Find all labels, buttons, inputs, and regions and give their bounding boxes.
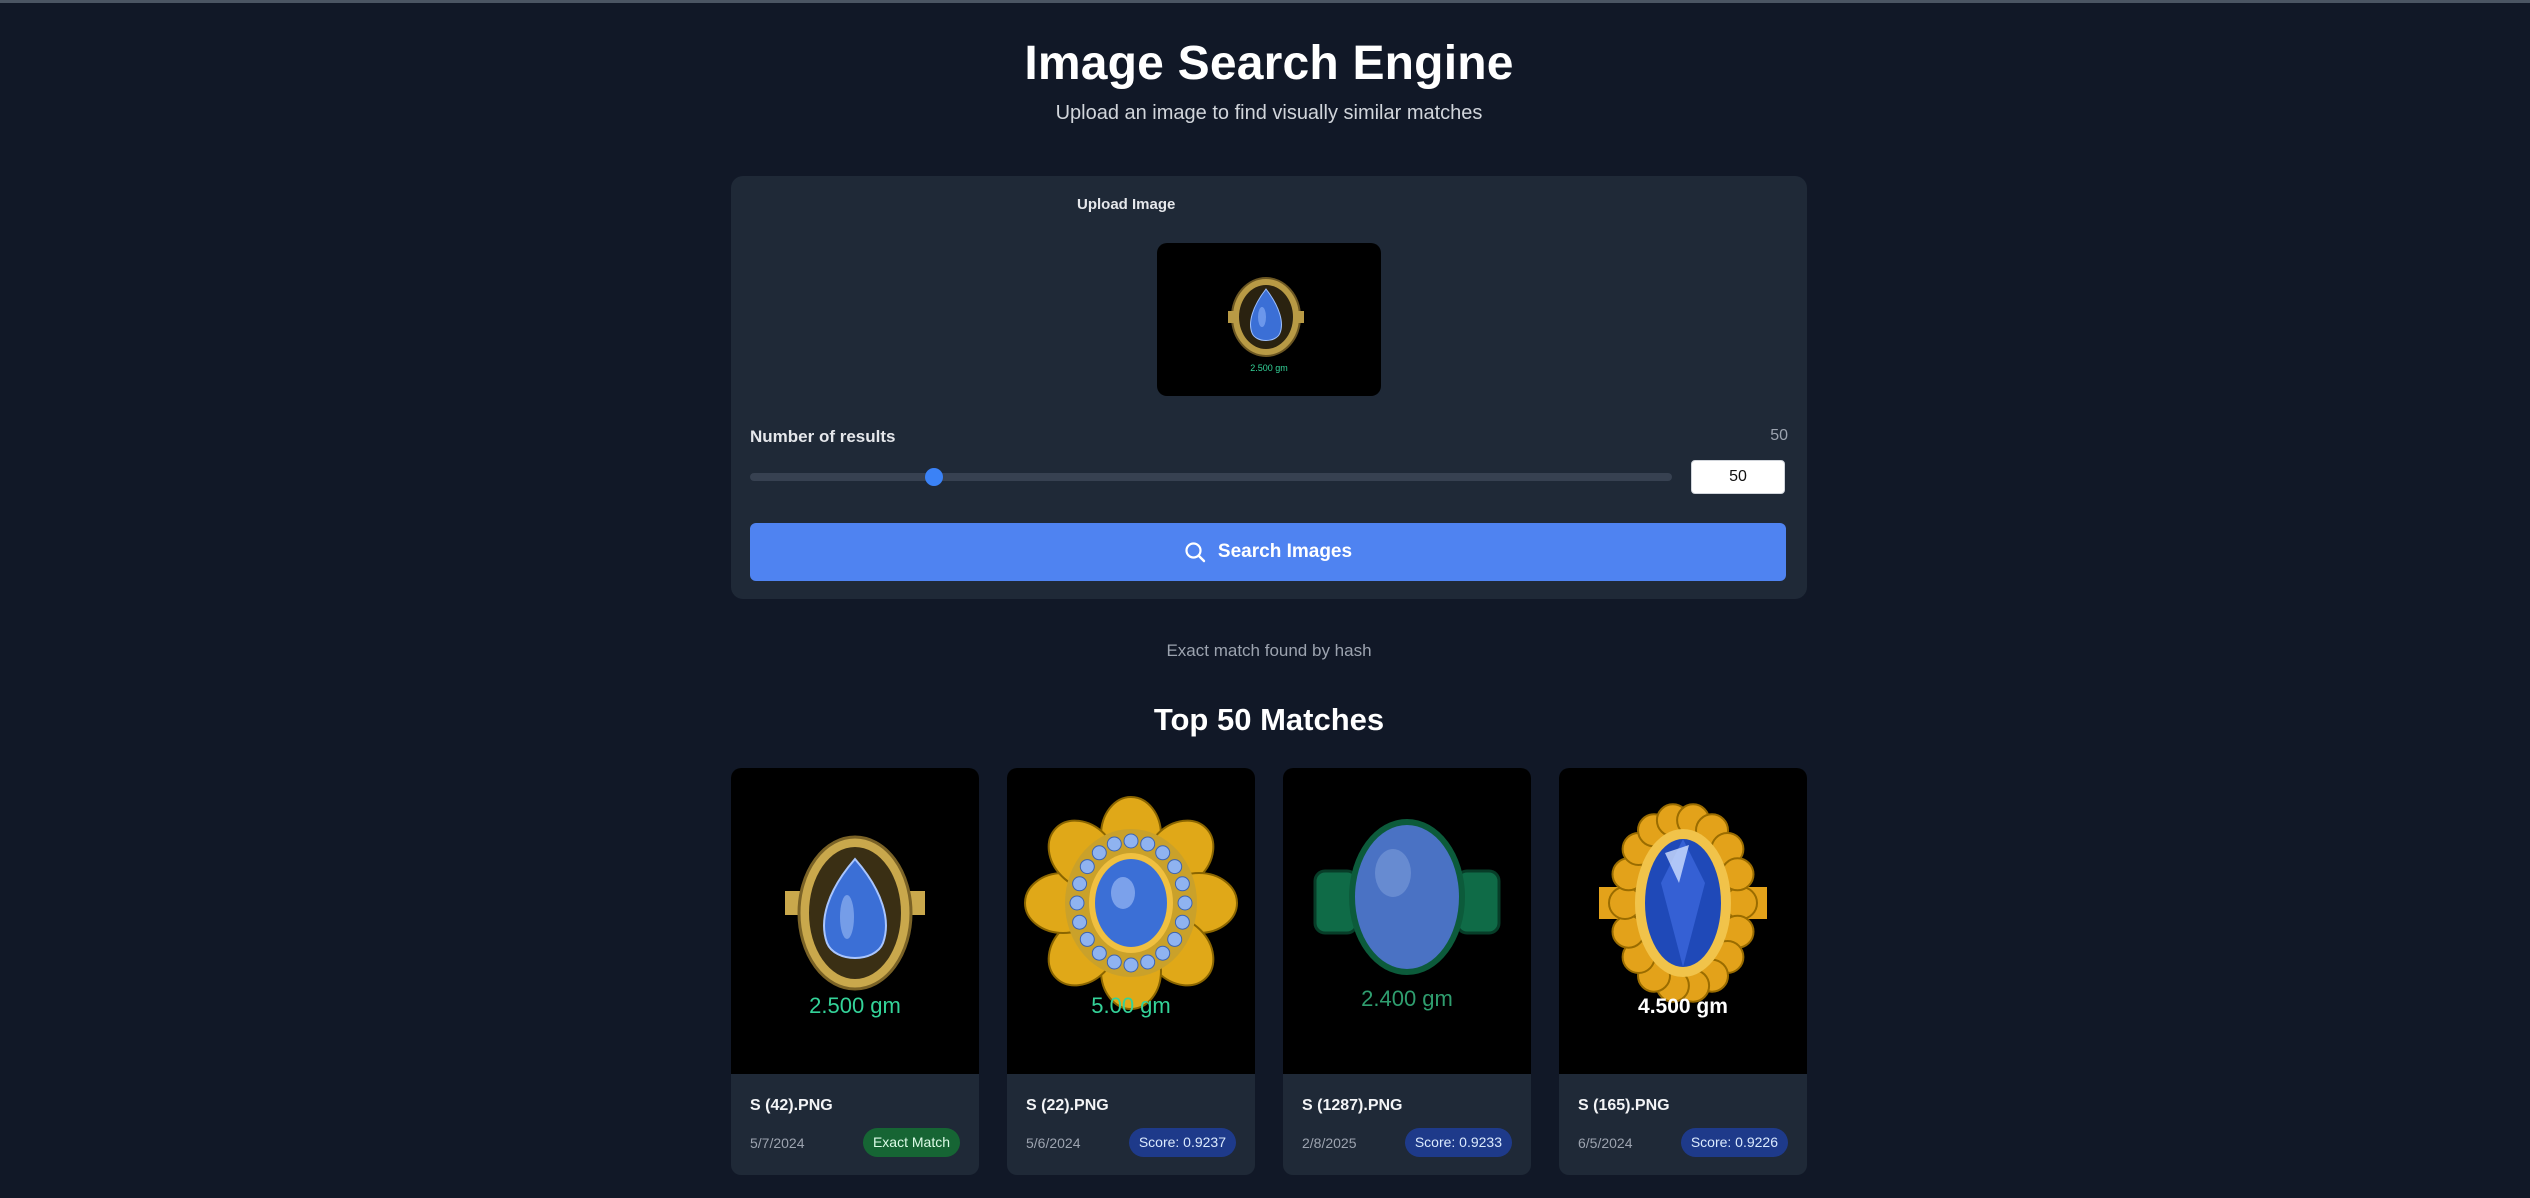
ring-weight-caption: 4.500 gm <box>1638 995 1728 1018</box>
status-message: Exact match found by hash <box>1166 641 1372 660</box>
result-filename: S (165).PNG <box>1578 1097 1670 1114</box>
exact-match-badge: Exact Match <box>862 1128 960 1157</box>
ring-image: 4.500 gm <box>1599 803 1767 1018</box>
ring-preview-image: 2.500 gm <box>1228 277 1304 373</box>
result-card[interactable]: 2.500 gm S (42).PNG 5/7/2024 Exact Match <box>731 768 979 1175</box>
result-filename: S (1287).PNG <box>1302 1097 1403 1114</box>
ring-image: 2.400 gm <box>1313 819 1501 1011</box>
upload-preview[interactable]: 2.500 gm <box>1157 243 1381 396</box>
result-filename: S (22).PNG <box>1026 1097 1109 1114</box>
score-badge: Score: 0.9237 <box>1128 1128 1236 1157</box>
result-card[interactable]: 4.500 gm S (165).PNG 6/5/2024 Score: 0.9226 <box>1559 768 1807 1175</box>
result-thumbnail[interactable]: 2.400 gm <box>1283 768 1531 1074</box>
results-count-value: 50 <box>1770 427 1788 444</box>
window-top-border <box>0 0 2530 3</box>
ring-weight-caption: 5.00 gm <box>1091 993 1171 1018</box>
result-date: 2/8/2025 <box>1302 1135 1357 1151</box>
result-date: 5/6/2024 <box>1026 1135 1081 1151</box>
page-title: Image Search Engine <box>1024 37 1514 90</box>
search-panel: Upload Image 2.500 gm Number of results … <box>731 176 1807 599</box>
search-images-button[interactable]: Search Images <box>750 523 1786 581</box>
results-grid: 2.500 gm S (42).PNG 5/7/2024 Exact Match 5.… <box>731 768 1807 1198</box>
result-card[interactable]: 2.400 gm S (1287).PNG 2/8/2025 Score: 0.923… <box>1283 768 1531 1175</box>
search-icon <box>1185 542 1206 563</box>
ring-image: 5.00 gm <box>1024 796 1238 1018</box>
results-slider[interactable] <box>750 468 1672 486</box>
ring-weight-caption: 2.500 gm <box>809 993 901 1018</box>
page-subtitle: Upload an image to find visually similar… <box>1055 102 1483 124</box>
ring-image: 2.500 gm <box>785 835 925 1018</box>
score-badge: Score: 0.9233 <box>1404 1128 1512 1157</box>
result-card[interactable]: 5.00 gm S (22).PNG 5/6/2024 Score: 0.9237 <box>1007 768 1255 1175</box>
score-badge: Score: 0.9226 <box>1680 1128 1788 1157</box>
result-date: 6/5/2024 <box>1578 1135 1633 1151</box>
result-thumbnail[interactable]: 2.500 gm <box>731 768 979 1074</box>
matches-title: Top 50 Matches <box>1153 702 1385 737</box>
result-thumbnail[interactable]: 5.00 gm <box>1007 768 1255 1074</box>
result-date: 5/7/2024 <box>750 1135 805 1151</box>
result-filename: S (42).PNG <box>750 1097 833 1114</box>
ring-weight-caption: 2.400 gm <box>1361 986 1453 1011</box>
result-thumbnail[interactable]: 4.500 gm <box>1559 768 1807 1074</box>
results-count-label: Number of results <box>750 427 896 446</box>
results-count-input[interactable] <box>1691 460 1785 494</box>
preview-weight-caption: 2.500 gm <box>1250 363 1288 373</box>
upload-label: Upload Image <box>1077 196 1176 213</box>
search-button-label: Search Images <box>1217 541 1353 562</box>
results-slider-thumb[interactable] <box>925 468 944 486</box>
